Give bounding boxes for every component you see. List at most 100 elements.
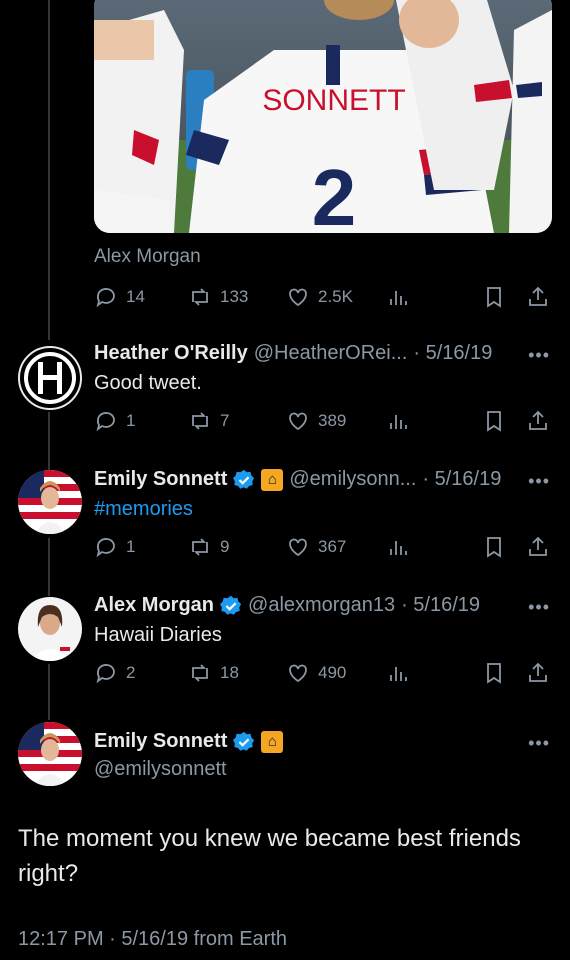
avatar[interactable] bbox=[18, 722, 82, 786]
avatar[interactable] bbox=[18, 346, 82, 410]
verified-badge-icon bbox=[220, 595, 242, 615]
tweet-text: Hawaii Diaries bbox=[94, 624, 222, 646]
bar-chart-icon bbox=[390, 667, 407, 681]
jersey-name: SONNETT bbox=[262, 84, 405, 117]
jersey-number: 2 bbox=[312, 153, 357, 233]
main-tweet-text-line1: The moment you knew we became best frien… bbox=[18, 825, 521, 852]
like-button[interactable]: 2.5K bbox=[286, 282, 353, 312]
main-tweet-text-line2: right? bbox=[18, 860, 79, 887]
share-button[interactable] bbox=[526, 658, 550, 688]
share-icon bbox=[529, 410, 547, 430]
avatar[interactable] bbox=[18, 470, 82, 534]
retweet-count: 18 bbox=[220, 663, 239, 682]
retweet-icon bbox=[192, 288, 208, 306]
display-name[interactable]: Heather O'Reilly bbox=[94, 342, 248, 365]
like-count: 367 bbox=[318, 537, 347, 556]
views-button[interactable] bbox=[386, 658, 410, 688]
views-button[interactable] bbox=[386, 406, 410, 436]
action-bar: 1 7 389 bbox=[94, 406, 554, 436]
display-name[interactable]: Emily Sonnett bbox=[94, 468, 227, 491]
media-caption: Alex Morgan bbox=[94, 246, 201, 267]
share-button[interactable] bbox=[526, 532, 550, 562]
reply-icon bbox=[96, 664, 115, 684]
bookmark-icon bbox=[487, 537, 501, 558]
bookmark-button[interactable] bbox=[482, 406, 506, 436]
retweet-button[interactable]: 7 bbox=[188, 406, 229, 436]
share-icon bbox=[529, 536, 547, 556]
retweet-count: 9 bbox=[220, 537, 230, 556]
heart-icon bbox=[289, 412, 307, 431]
retweet-icon bbox=[192, 664, 208, 682]
user-handle[interactable]: @alexmorgan13 bbox=[248, 594, 395, 617]
tweet-media-image[interactable]: SONNETT 2 bbox=[94, 0, 552, 233]
thread-line bbox=[48, 412, 50, 470]
retweet-count: 133 bbox=[220, 287, 249, 306]
reply-button[interactable]: 2 bbox=[94, 658, 135, 688]
share-icon bbox=[529, 662, 547, 682]
tweet-text-hashtag[interactable]: #memories bbox=[94, 498, 193, 521]
like-count: 2.5K bbox=[318, 287, 353, 306]
views-button[interactable] bbox=[386, 532, 410, 562]
heart-icon bbox=[289, 664, 307, 683]
bar-chart-icon bbox=[390, 291, 407, 305]
bookmark-icon bbox=[487, 411, 501, 432]
user-handle[interactable]: @HeatherORei... bbox=[254, 342, 408, 365]
heart-icon bbox=[289, 288, 307, 307]
tweet-date: · 5/16/19 bbox=[401, 594, 481, 616]
like-count: 389 bbox=[318, 411, 347, 430]
retweet-button[interactable]: 9 bbox=[188, 532, 229, 562]
more-options-button[interactable]: ••• bbox=[528, 597, 550, 618]
reply-count: 1 bbox=[126, 411, 136, 430]
retweet-button[interactable]: 18 bbox=[188, 658, 239, 688]
tweet-timestamp: 12:17 PM · 5/16/19 from Earth bbox=[18, 928, 288, 950]
more-options-button[interactable]: ••• bbox=[528, 345, 550, 366]
reply-button[interactable]: 1 bbox=[94, 532, 135, 562]
share-icon bbox=[529, 286, 547, 306]
heart-icon bbox=[289, 538, 307, 557]
reply-button[interactable]: 1 bbox=[94, 406, 135, 436]
share-button[interactable] bbox=[526, 406, 550, 436]
avatar[interactable] bbox=[18, 597, 82, 661]
tweet-header: Heather O'Reilly @HeatherORei... · 5/16/… bbox=[94, 342, 492, 365]
action-bar: 1 9 367 bbox=[94, 532, 554, 562]
retweet-icon bbox=[192, 412, 208, 430]
display-name[interactable]: Alex Morgan bbox=[94, 594, 214, 617]
thread-line bbox=[48, 664, 50, 720]
reply-count: 1 bbox=[126, 537, 136, 556]
bar-chart-icon bbox=[390, 541, 407, 555]
tweet-date: · 5/16/19 bbox=[413, 342, 493, 364]
reply-icon bbox=[96, 538, 115, 558]
reply-icon bbox=[96, 412, 115, 432]
share-button[interactable] bbox=[526, 282, 550, 312]
like-button[interactable]: 367 bbox=[286, 532, 346, 562]
main-tweet-header: Emily Sonnett ⌂ bbox=[94, 730, 284, 753]
bookmark-button[interactable] bbox=[482, 282, 506, 312]
views-button[interactable] bbox=[386, 282, 410, 312]
thread-line bbox=[48, 538, 50, 596]
bookmark-button[interactable] bbox=[482, 532, 506, 562]
bookmark-button[interactable] bbox=[482, 658, 506, 688]
bookmark-icon bbox=[487, 287, 501, 308]
tweet-text: Good tweet. bbox=[94, 372, 202, 394]
user-handle[interactable]: @emilysonn... bbox=[289, 468, 416, 491]
bookmark-icon bbox=[487, 663, 501, 684]
verified-badge-icon bbox=[233, 731, 255, 751]
eiffel-tower-icon: ⌂ bbox=[261, 730, 284, 753]
action-bar: 2 18 490 bbox=[94, 658, 554, 688]
display-name[interactable]: Emily Sonnett bbox=[94, 730, 227, 753]
tweet-header: Alex Morgan @alexmorgan13 · 5/16/19 bbox=[94, 594, 480, 617]
eiffel-tower-icon: ⌂ bbox=[261, 468, 284, 491]
retweet-count: 7 bbox=[220, 411, 230, 430]
like-count: 490 bbox=[318, 663, 347, 682]
retweet-button[interactable]: 133 bbox=[188, 282, 248, 312]
user-handle[interactable]: @emilysonnett bbox=[94, 758, 227, 781]
like-button[interactable]: 490 bbox=[286, 658, 346, 688]
reply-button[interactable]: 14 bbox=[94, 282, 145, 312]
action-bar: 14 133 2.5K bbox=[94, 282, 554, 312]
more-options-button[interactable]: ••• bbox=[528, 471, 550, 492]
verified-badge-icon bbox=[233, 469, 255, 489]
more-options-button[interactable]: ••• bbox=[528, 733, 550, 754]
like-button[interactable]: 389 bbox=[286, 406, 346, 436]
reply-icon bbox=[96, 288, 115, 308]
reply-count: 14 bbox=[126, 287, 145, 306]
